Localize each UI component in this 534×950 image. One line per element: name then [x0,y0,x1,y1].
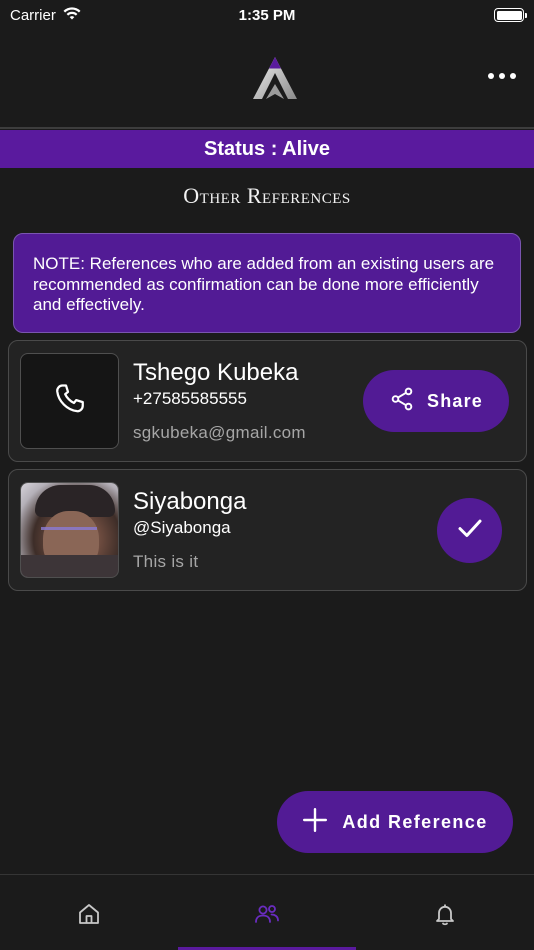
people-icon [254,902,280,931]
home-icon [77,902,101,931]
more-horizontal-icon [488,73,494,79]
reference-avatar [20,482,119,578]
nav-home[interactable] [74,901,104,931]
share-label: Share [426,390,484,411]
bottom-nav [0,874,534,950]
app-logo-icon [248,54,302,104]
note-box: NOTE: References who are added from an e… [13,233,521,333]
reference-phone: +27585585555 [133,389,247,408]
reference-thumbnail [20,353,119,449]
reference-name: Tshego Kubeka [133,359,299,386]
add-reference-label: Add Reference [342,811,488,832]
section-title: Other References [183,183,351,208]
battery-icon [494,8,527,22]
confirm-button[interactable] [437,498,502,563]
wifi-icon [62,6,82,25]
status-left: Carrier [10,6,82,25]
reference-name: Siyabonga [133,488,247,515]
reference-note: This is it [133,552,199,571]
share-button[interactable]: Share [363,370,509,432]
check-icon [455,513,485,548]
status-bar: Carrier 1:35 PM [0,0,534,30]
nav-notifications[interactable] [430,901,460,931]
more-menu-button[interactable] [488,66,516,86]
reference-card[interactable]: Tshego Kubeka +27585585555 sgkubeka@gmai… [8,340,527,462]
bell-icon [433,902,457,931]
carrier-label: Carrier [10,6,56,24]
status-banner: Status : Alive [0,130,534,168]
reference-email: sgkubeka@gmail.com [133,423,306,442]
app-header [0,30,534,127]
phone-icon [53,382,87,421]
avatar-photo [21,483,118,577]
share-icon [389,386,415,417]
add-reference-button[interactable]: Add Reference [277,791,513,853]
header-divider [0,127,534,129]
plus-icon [302,807,328,838]
reference-username: @Siyabonga [133,518,231,537]
reference-card[interactable]: Siyabonga @Siyabonga This is it [8,469,527,591]
nav-references[interactable] [252,901,282,931]
